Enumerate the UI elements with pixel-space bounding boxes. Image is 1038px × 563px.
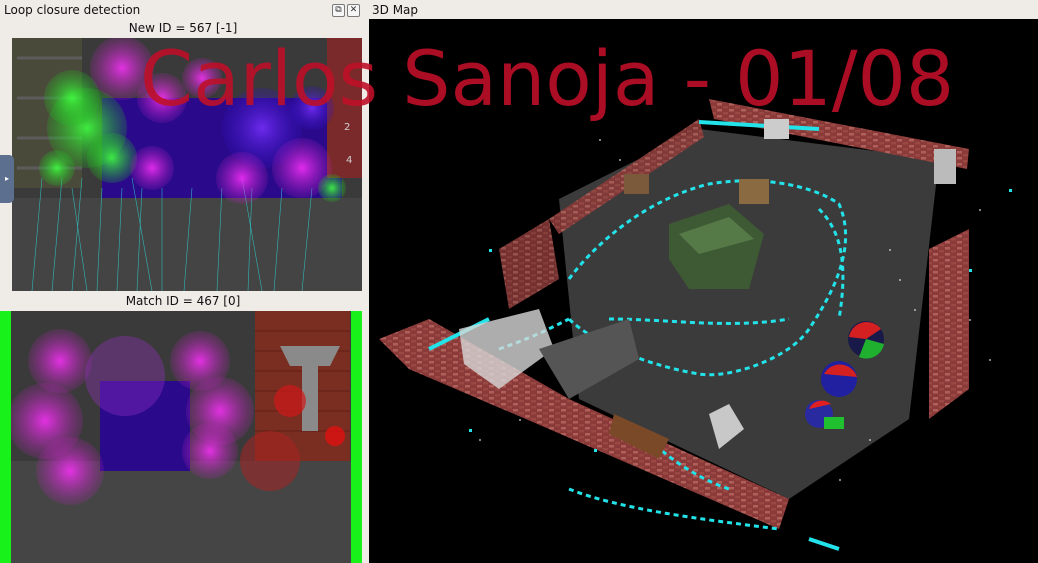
3d-map-render [379, 99, 1012, 551]
loop-closure-panel-title: Loop closure detection [4, 3, 141, 17]
new-image-view[interactable]: 2 4 [12, 38, 362, 291]
svg-text:4: 4 [346, 155, 352, 166]
match-right-border [351, 311, 362, 563]
match-image-features [0, 311, 362, 563]
dock-title-buttons: ⧉ ✕ [332, 4, 360, 17]
3d-map-view[interactable] [369, 19, 1038, 563]
map-panel-title: 3D Map [372, 3, 419, 17]
new-id-label: New ID = 567 [-1] [128, 21, 238, 35]
float-dock-button[interactable]: ⧉ [332, 4, 345, 17]
svg-text:2: 2 [344, 122, 350, 133]
close-dock-button[interactable]: ✕ [347, 4, 360, 17]
match-id-label: Match ID = 467 [0] [125, 294, 241, 308]
match-image-view[interactable] [0, 311, 362, 563]
new-image-features: 2 4 [12, 38, 362, 291]
loop-closure-panel: Loop closure detection ⧉ ✕ New ID = 567 … [0, 0, 366, 563]
match-left-border [0, 311, 11, 563]
dock-expand-handle[interactable]: ▸ [0, 155, 14, 203]
